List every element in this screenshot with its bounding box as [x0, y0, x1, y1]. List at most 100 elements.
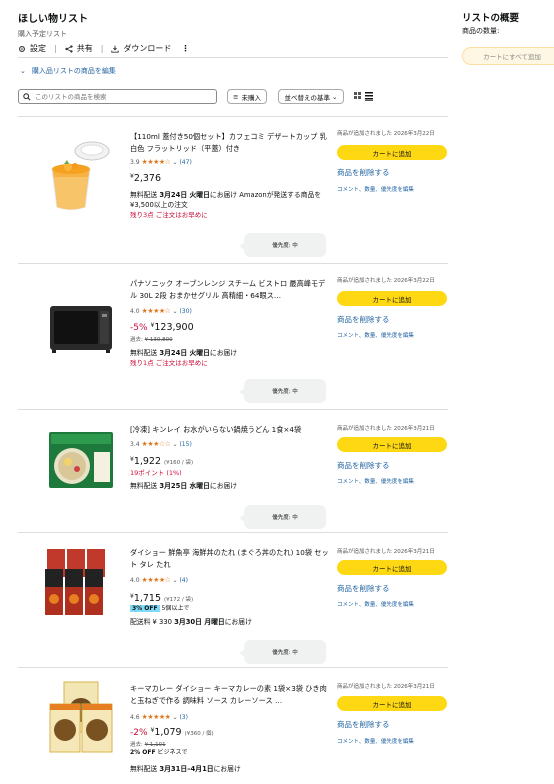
stock-warning: 残り3点 ご注文はお早めに: [130, 211, 208, 219]
list-item: パナソニック オーブンレンジ スチーム ビストロ 最高峰モデル 30L 2段 お…: [18, 263, 448, 409]
product-rating[interactable]: 3.9 ★★★★☆ ⌄ (47): [130, 158, 192, 166]
download-button[interactable]: ダウンロード: [111, 43, 171, 54]
product-image[interactable]: [46, 284, 116, 364]
delivery-prefix: 無料配送: [130, 191, 160, 199]
product-title[interactable]: [冷凍] キンレイ お水がいらない鍋焼うどん 1食×4袋: [130, 424, 330, 436]
delivery-date: 3月24日 火曜日: [159, 349, 210, 357]
previous-price-value: ¥ 130,800: [144, 337, 173, 343]
product-title[interactable]: 【110ml 蓋付き50個セット】カフェコミ デザートカップ 乳白色 フラットリ…: [130, 131, 330, 154]
star-rating-icon: ★★★★☆: [141, 307, 171, 315]
add-to-cart-button[interactable]: カートに追加: [337, 560, 447, 575]
edit-purchased-items-link[interactable]: ⌄ 購入品リストの商品を編集: [20, 66, 116, 76]
delete-item-link[interactable]: 商品を削除する: [337, 460, 390, 471]
list-item: [冷凍] キンレイ お水がいらない鍋焼うどん 1食×4袋 3.4 ★★★☆☆ ⌄…: [18, 409, 448, 532]
delivery-date: 3月31日–4月1日: [159, 765, 214, 773]
list-view-icon[interactable]: [365, 92, 373, 101]
product-rating[interactable]: 4.0 ★★★★☆ ⌄ (4): [130, 576, 188, 584]
filter-button[interactable]: ≡ 未購入: [227, 89, 267, 104]
delete-item-link[interactable]: 商品を削除する: [337, 719, 390, 730]
discount-note: ビジネスで: [157, 749, 188, 756]
edit-comment-link[interactable]: コメント、数量、優先度を編集: [337, 331, 414, 339]
previous-price: 過去: ¥ 1,101: [130, 740, 166, 748]
edit-comment-link[interactable]: コメント、数量、優先度を編集: [337, 737, 414, 745]
added-date: 商品が追加されました 2026年3月22日: [337, 131, 435, 137]
unit-price: (¥360 / 個): [184, 731, 214, 737]
grid-view-icon[interactable]: [354, 92, 361, 99]
previous-price: 過去: ¥ 130,800: [130, 335, 173, 343]
product-title[interactable]: キーマカレー ダイショー キーマカレーの素 1袋×3袋 ひき肉と玉ねぎで作る 調…: [130, 683, 330, 706]
price-value: 1,079: [154, 727, 182, 738]
price-value: 123,900: [154, 322, 194, 333]
list-subtitle: 購入予定リスト: [18, 30, 67, 38]
product-image[interactable]: [46, 137, 116, 217]
share-button[interactable]: 共有: [65, 43, 93, 54]
price: ¥2,376: [130, 173, 161, 184]
add-to-cart-button[interactable]: カートに追加: [337, 696, 447, 711]
add-all-to-cart-button[interactable]: カートにすべて追加: [462, 47, 554, 65]
delete-item-link[interactable]: 商品を削除する: [337, 167, 390, 178]
previous-price-label: 過去:: [130, 337, 143, 343]
add-to-cart-button[interactable]: カートに追加: [337, 437, 447, 452]
search-input[interactable]: [35, 92, 205, 101]
edit-comment-link[interactable]: コメント、数量、優先度を編集: [337, 600, 414, 608]
product-rating[interactable]: 4.6 ★★★★★ ⌄ (3): [130, 713, 188, 721]
delivery-date: 3月24日 火曜日: [159, 191, 210, 199]
add-to-cart-button[interactable]: カートに追加: [337, 291, 447, 306]
share-label: 共有: [76, 44, 93, 53]
download-icon: [111, 45, 120, 53]
added-date: 商品が追加されました 2026年3月21日: [337, 426, 435, 432]
divider: [18, 57, 448, 58]
product-image[interactable]: [40, 543, 116, 623]
rating-value: 4.0: [130, 307, 140, 315]
added-date: 商品が追加されました 2026年3月21日: [337, 549, 435, 555]
list-title: ほしい物リスト: [18, 14, 88, 25]
more-options-icon[interactable]: ⋮: [181, 44, 189, 53]
bulk-discount: 3% OFF 5個以上で: [130, 604, 189, 614]
discount-note: 5個以上で: [161, 605, 190, 612]
rating-value: 3.4: [130, 440, 140, 448]
chevron-down-icon: ⌄: [20, 67, 26, 75]
product-image[interactable]: [46, 680, 116, 760]
review-count[interactable]: (15): [179, 441, 191, 448]
list-summary-panel: リストの概要 商品の数量: カートにすべて追加: [448, 0, 554, 784]
price-value: 1,922: [133, 456, 162, 467]
edit-link-label: 購入品リストの商品を編集: [31, 67, 116, 75]
delivery-suffix: にお届け: [209, 482, 238, 490]
discount-badge: 2% OFF: [130, 749, 156, 756]
edit-comment-link[interactable]: コメント、数量、優先度を編集: [337, 477, 414, 485]
delivery-prefix: 無料配送: [130, 482, 160, 490]
filter-icon: ≡: [233, 92, 239, 101]
review-count[interactable]: (4): [179, 577, 188, 584]
discount-percent: -5%: [130, 323, 148, 333]
delivery-info: 無料配送 3月31日–4月1日にお届け: [130, 764, 241, 774]
sort-label: 並べ替えの基準: [284, 93, 331, 102]
delete-item-link[interactable]: 商品を削除する: [337, 583, 390, 594]
product-rating[interactable]: 3.4 ★★★☆☆ ⌄ (15): [130, 440, 192, 448]
add-to-cart-button[interactable]: カートに追加: [337, 145, 447, 160]
discount-badge: 3% OFF: [130, 605, 160, 612]
star-rating-icon: ★★★★★: [141, 713, 171, 721]
price-value: 1,715: [133, 593, 162, 604]
review-count[interactable]: (3): [179, 714, 188, 721]
list-search[interactable]: [18, 89, 217, 104]
settings-label: 設定: [30, 44, 46, 53]
delivery-info: 無料配送 3月24日 火曜日にお届け: [130, 348, 237, 358]
product-title[interactable]: パナソニック オーブンレンジ スチーム ビストロ 最高峰モデル 30L 2段 お…: [130, 278, 330, 301]
priority-badge: 優先度: 中: [239, 233, 326, 257]
sort-dropdown[interactable]: 並べ替えの基準 ⌄: [278, 89, 344, 104]
review-count[interactable]: (47): [179, 159, 191, 166]
product-image[interactable]: [46, 422, 116, 502]
delete-item-link[interactable]: 商品を削除する: [337, 314, 390, 325]
price: -2% ¥1,079 (¥360 / 個): [130, 727, 214, 738]
product-rating[interactable]: 4.0 ★★★★☆ ⌄ (30): [130, 307, 192, 315]
price: ¥1,715 (¥172 / 袋): [130, 593, 193, 604]
rating-value: 3.9: [130, 158, 140, 166]
delivery-prefix: 無料配送: [130, 349, 160, 357]
edit-comment-link[interactable]: コメント、数量、優先度を編集: [337, 185, 414, 193]
chevron-down-icon: ⌄: [172, 576, 178, 584]
summary-title: リストの概要: [462, 13, 520, 24]
review-count[interactable]: (30): [179, 308, 191, 315]
product-title[interactable]: ダイショー 鮮魚亭 海鮮丼のたれ (まぐろ丼のたれ) 10袋 セット タレ たれ: [130, 547, 330, 570]
settings-button[interactable]: 設定: [18, 43, 46, 54]
item-count-label: 商品の数量:: [462, 27, 500, 35]
